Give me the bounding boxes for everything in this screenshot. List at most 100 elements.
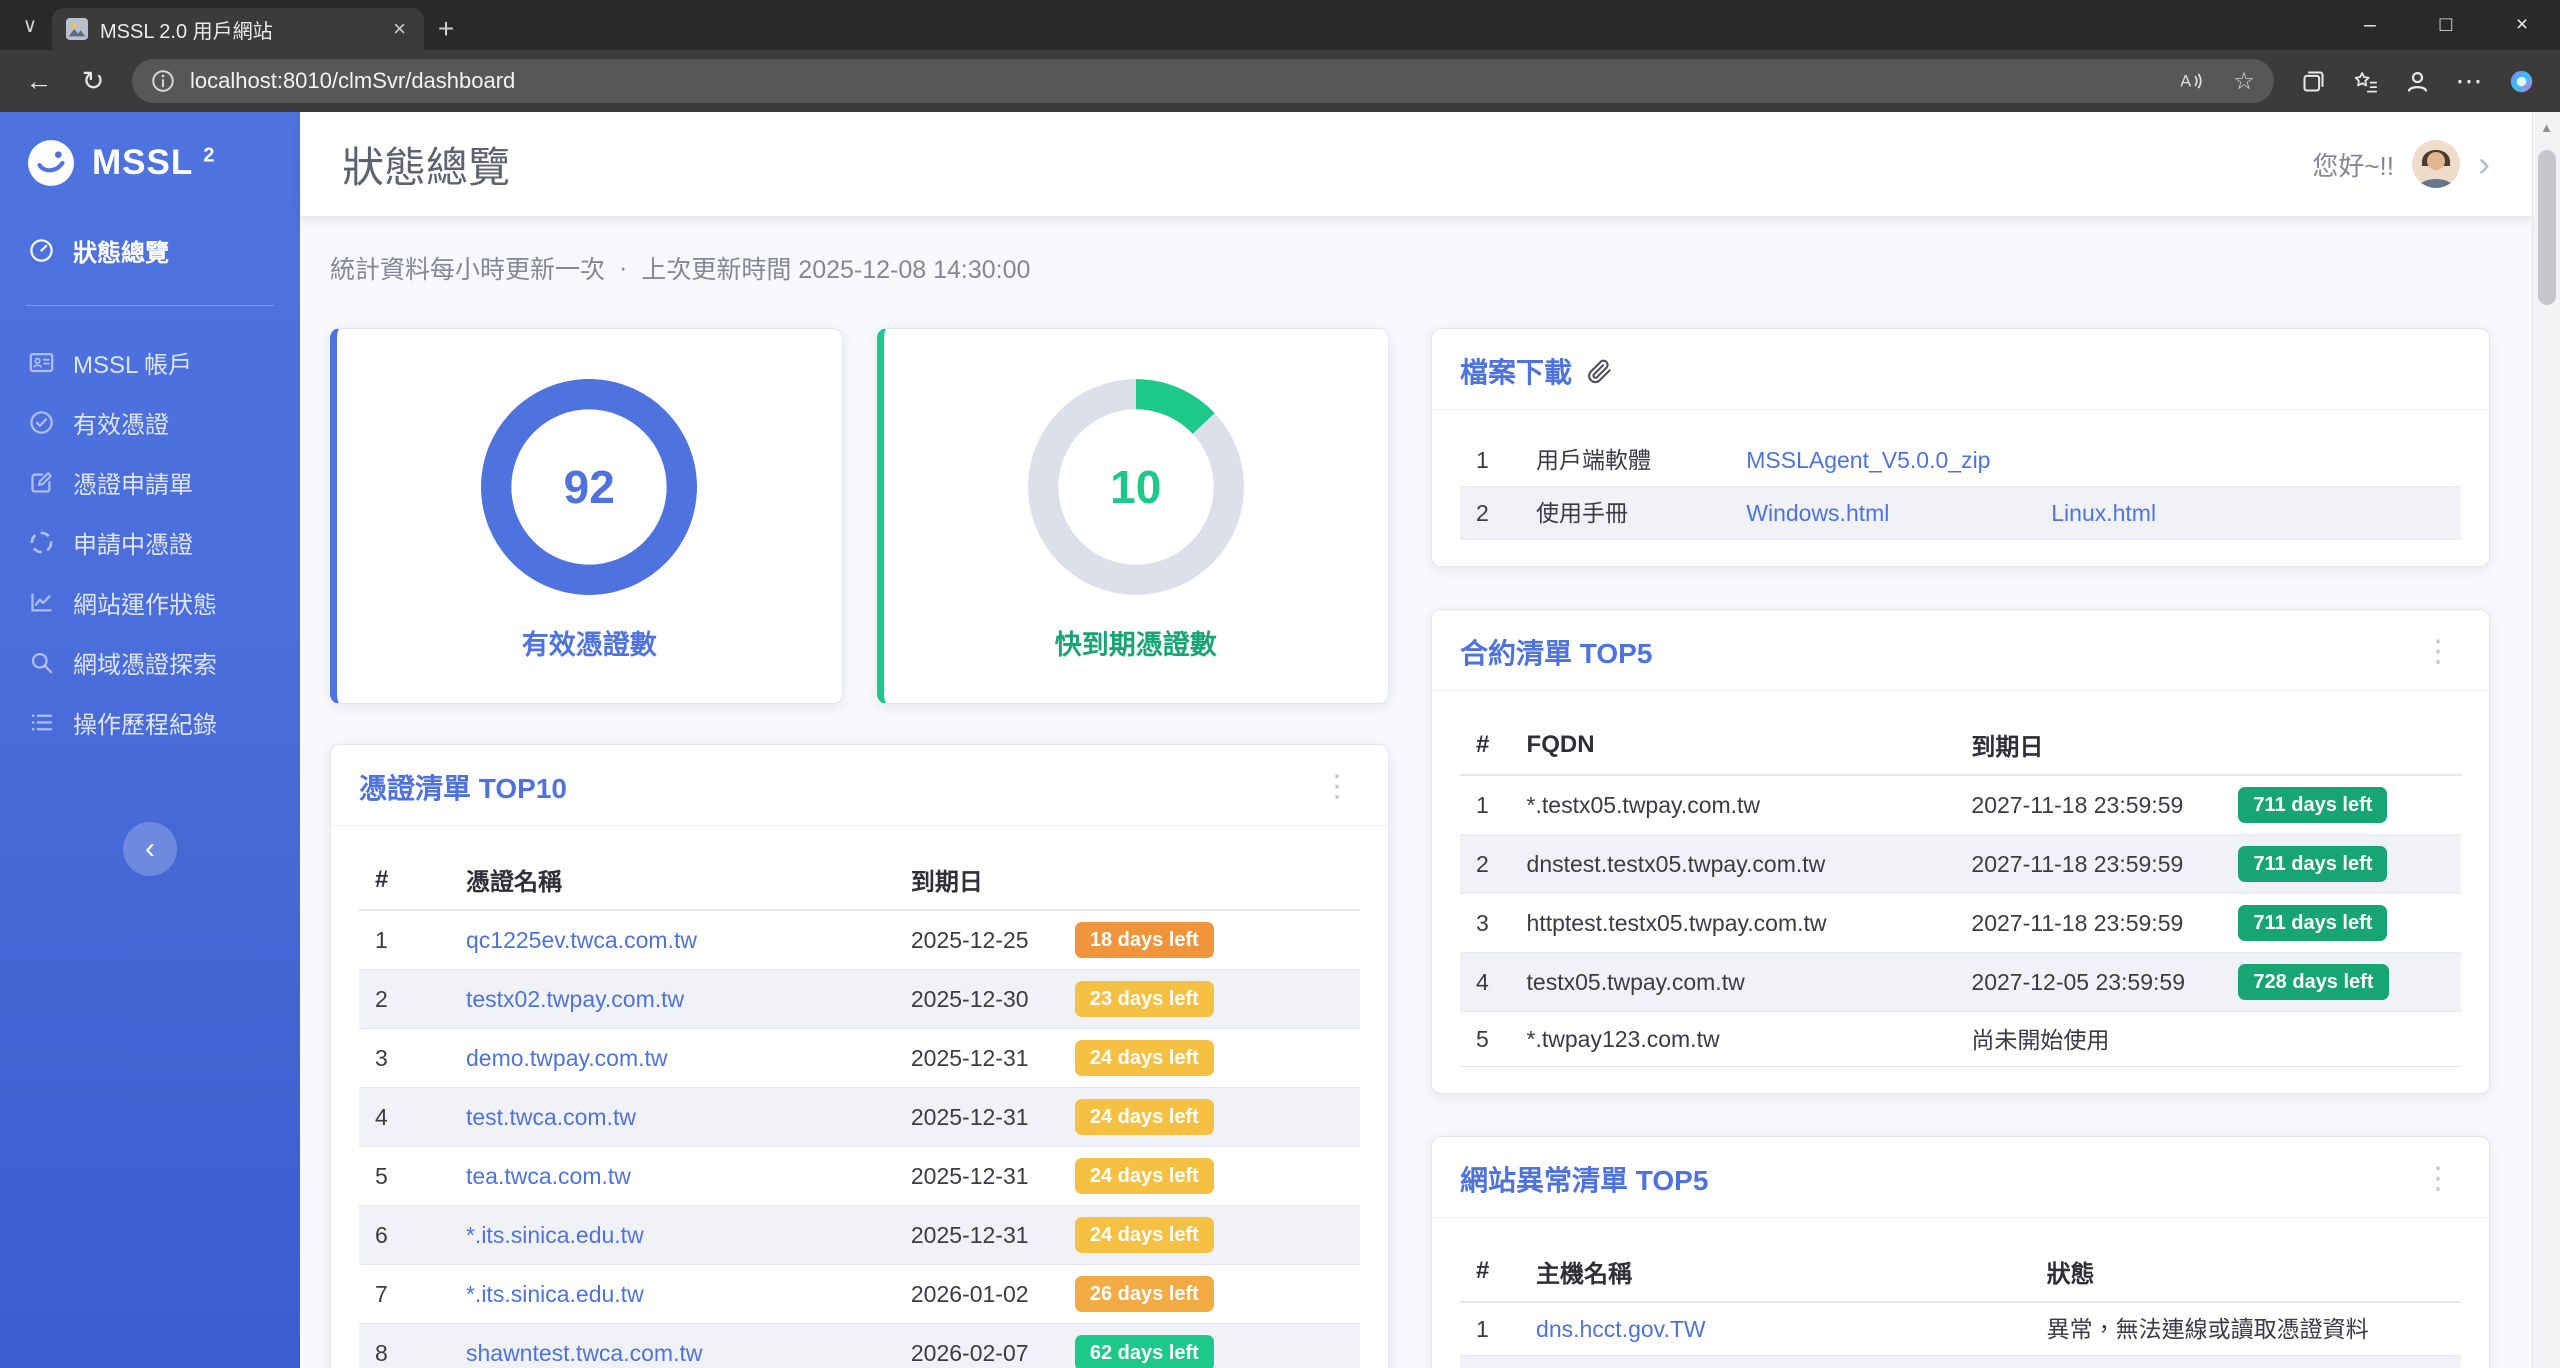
user-menu[interactable]: 您好~!! › [2312,140,2490,188]
read-aloud-icon[interactable] [2170,61,2210,101]
contracts-table: # FQDN 到期日 1 [1460,715,2461,1067]
refresh-button[interactable]: ↻ [70,58,116,104]
expiry-datetime: 2027-11-18 23:59:59 [1971,790,2226,820]
url-text: localhost:8010/clmSvr/dashboard [190,68,2156,94]
tab-favicon [66,18,88,40]
col-header-fqdn: FQDN [1511,715,1956,775]
table-row: 4 test.twca.com.tw 2025-12-3124 days lef… [359,1088,1360,1147]
new-tab-button[interactable]: + [424,8,468,50]
spinner-icon [28,529,55,556]
cert-name-link[interactable]: test.twca.com.tw [466,1104,636,1130]
brand[interactable]: MSSL 2 [0,112,300,206]
days-left-badge: 26 days left [1075,1276,1214,1312]
sidebar-item-site-status[interactable]: 網站運作狀態 [0,572,300,632]
cert-name-link[interactable]: qc1225ev.twca.com.tw [466,927,697,953]
browser-tab[interactable]: MSSL 2.0 用戶網站 × [52,8,424,50]
col-header-status: 狀態 [2031,1242,2461,1302]
days-left-badge: 62 days left [1075,1335,1214,1368]
download-link[interactable]: Windows.html [1746,498,2051,528]
main-area: 狀態總覽 您好~!! › 統計資料每小時更新一次 · 上次更新時間 20 [300,112,2532,1368]
scrollbar-thumb[interactable] [2538,150,2556,305]
sidebar-item-cert-requests[interactable]: 憑證申請單 [0,452,300,512]
cert-name-link[interactable]: *.its.sinica.edu.tw [466,1281,644,1307]
table-row: 5 tea.twca.com.tw 2025-12-3124 days left [359,1147,1360,1206]
tab-strip: ∨ MSSL 2.0 用戶網站 × + – □ × [0,0,2560,50]
collections-icon[interactable] [2290,58,2336,104]
valid-certs-label: 有效憑證數 [522,623,657,662]
more-menu-icon[interactable]: ⋯ [2446,58,2492,104]
toolbar-right-icons: ⋯ [2290,58,2544,104]
sidebar-item-pending-certs[interactable]: 申請中憑證 [0,512,300,572]
sidebar: MSSL 2 狀態總覽 MSSL 帳戶 有效憑證 [0,112,300,1368]
table-row: 2 testx02.twpay.com.tw 2025-12-3023 days… [359,970,1360,1029]
page-scrollbar[interactable]: ▲ [2532,112,2560,1368]
site-issues-menu-icon[interactable]: ⋮ [2415,1164,2461,1194]
minimize-button[interactable]: – [2332,0,2408,50]
expiry-date: 2025-12-31 [911,1161,1063,1191]
mssl-logo-icon [26,138,76,188]
dashboard-app: MSSL 2 狀態總覽 MSSL 帳戶 有效憑證 [0,112,2532,1368]
avatar[interactable] [2412,140,2460,188]
id-card-icon [28,349,55,376]
valid-certs-count: 92 [473,371,705,603]
sidebar-item-valid-certs[interactable]: 有效憑證 [0,392,300,452]
days-left-badge: 24 days left [1075,1217,1214,1253]
copilot-icon[interactable] [2498,58,2544,104]
expiry-date: 2025-12-25 [911,925,1063,955]
profile-icon[interactable] [2394,58,2440,104]
table-row: 1 *.testx05.twpay.com.tw 2027-11-18 23:5… [1460,775,2461,835]
sidebar-item-status-overview[interactable]: 狀態總覽 [0,220,300,280]
sidebar-item-mssl-account[interactable]: MSSL 帳戶 [0,332,300,392]
download-label: 使用手冊 [1520,487,1730,540]
close-window-button[interactable]: × [2484,0,2560,50]
favorites-icon[interactable] [2342,58,2388,104]
days-left-badge: 23 days left [1075,981,1214,1017]
table-row: 3 demo.twpay.com.tw 2025-12-3124 days le… [359,1029,1360,1088]
tab-search-chevron-icon[interactable]: ∨ [8,3,52,47]
days-left-badge: 711 days left [2238,905,2387,941]
browser-toolbar: ← ↻ localhost:8010/clmSvr/dashboard ☆ ⋯ [0,50,2560,112]
expiry-datetime: 2027-11-18 23:59:59 [1971,849,2226,879]
sidebar-item-domain-discovery[interactable]: 網域憑證探索 [0,632,300,692]
fqdn-text: dnstest.testx05.twpay.com.tw [1511,835,1956,894]
site-issues-card: 網站異常清單 TOP5 ⋮ # 主機名稱 狀態 [1431,1136,2490,1368]
download-link[interactable]: MSSLAgent_V5.0.0_zip [1746,445,2051,475]
maximize-button[interactable]: □ [2408,0,2484,50]
cert-name-link[interactable]: *.its.sinica.edu.tw [466,1222,644,1248]
site-info-icon[interactable] [150,68,176,94]
paperclip-icon [1586,358,1613,385]
sidebar-item-history-log[interactable]: 操作歷程紀錄 [0,692,300,752]
col-header-no: # [1460,715,1511,775]
cert-list-menu-icon[interactable]: ⋮ [1314,772,1360,802]
table-row: 2 使用手冊 Windows.htmlLinux.html [1460,487,2461,540]
contracts-title: 合約清單 TOP5 [1460,632,1652,672]
contracts-menu-icon[interactable]: ⋮ [2415,637,2461,667]
cert-name-link[interactable]: demo.twpay.com.tw [466,1045,668,1071]
chevron-right-icon[interactable]: › [2478,146,2490,182]
site-issues-title: 網站異常清單 TOP5 [1460,1159,1708,1199]
expiry-datetime: 2027-12-05 23:59:59 [1971,967,2226,997]
scrollbar-up-arrow[interactable]: ▲ [2533,112,2560,142]
address-bar[interactable]: localhost:8010/clmSvr/dashboard ☆ [132,59,2274,103]
table-row: 1 用戶端軟體 MSSLAgent_V5.0.0_zip [1460,434,2461,487]
table-row: 1 dns.hcct.gov.TW 異常，無法連線或讀取憑證資料 [1460,1302,2461,1356]
favorite-star-icon[interactable]: ☆ [2224,61,2264,101]
status-text: 異常，無法連線或讀取憑證資料 [2031,1355,2461,1368]
site-issues-table: # 主機名稱 狀態 1 [1460,1242,2461,1368]
valid-certs-stat-card: 92 有效憑證數 [330,328,843,704]
fqdn-text: *.testx05.twpay.com.tw [1511,775,1956,835]
col-header-no: # [1460,1242,1520,1302]
expiry-datetime: 尚未開始使用 [1971,1025,2226,1055]
expiry-datetime: 2027-11-18 23:59:59 [1971,908,2226,938]
cert-name-link[interactable]: shawntest.twca.com.tw [466,1340,702,1366]
days-left-badge: 24 days left [1075,1040,1214,1076]
download-link[interactable]: Linux.html [2051,500,2156,526]
back-button[interactable]: ← [16,58,62,104]
edit-icon [28,469,55,496]
host-link[interactable]: dns.hcct.gov.TW [1536,1316,1706,1342]
sidebar-collapse-button[interactable]: ‹ [123,822,177,876]
cert-name-link[interactable]: tea.twca.com.tw [466,1163,631,1189]
cert-name-link[interactable]: testx02.twpay.com.tw [466,986,684,1012]
table-row: 6 *.its.sinica.edu.tw 2025-12-3124 days … [359,1206,1360,1265]
tab-close-icon[interactable]: × [389,16,410,42]
